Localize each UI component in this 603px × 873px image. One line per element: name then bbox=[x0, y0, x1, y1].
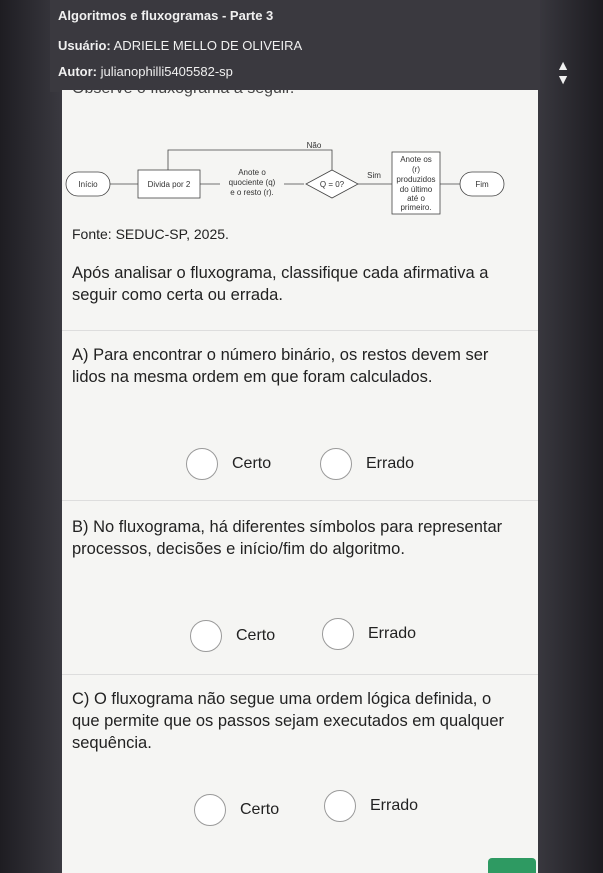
yes-label: Sim bbox=[367, 171, 381, 180]
expand-toggle-icon[interactable]: ▲ ▼ bbox=[550, 58, 576, 86]
content-card: Observe o fluxograma a seguir. Início Di… bbox=[62, 90, 538, 873]
divide-label: Divida por 2 bbox=[148, 180, 191, 189]
user-info: Usuário: ADRIELE MELLO DE OLIVEIRA bbox=[58, 38, 302, 53]
question-c-true-option[interactable]: Certo bbox=[194, 794, 279, 826]
option-label: Errado bbox=[370, 797, 419, 814]
author-name: julianophilli5405582-sp bbox=[100, 64, 233, 79]
divider bbox=[62, 674, 538, 675]
question-b-text: B) No fluxograma, há diferentes símbolos… bbox=[72, 518, 503, 558]
question-a-false-option[interactable]: Errado bbox=[320, 448, 414, 480]
note-line-2: quociente (q) bbox=[229, 178, 276, 187]
radio-circle-icon[interactable] bbox=[186, 448, 218, 480]
radio-circle-icon[interactable] bbox=[320, 448, 352, 480]
option-label: Certo bbox=[236, 627, 276, 644]
partial-instruction: Observe o fluxograma a seguir. bbox=[72, 90, 294, 98]
radio-circle-icon[interactable] bbox=[322, 618, 354, 650]
divider bbox=[62, 330, 538, 331]
option-label: Certo bbox=[240, 801, 280, 818]
question-b-false-option[interactable]: Errado bbox=[322, 618, 416, 650]
radio-circle-icon[interactable] bbox=[324, 790, 356, 822]
write-line-4: do último bbox=[400, 185, 433, 194]
author-label: Autor: bbox=[58, 64, 97, 79]
background-edge-right bbox=[533, 0, 603, 873]
write-line-5: até o bbox=[407, 194, 425, 203]
write-line-6: primeiro. bbox=[400, 203, 431, 212]
option-label: Certo bbox=[232, 455, 272, 472]
no-label: Não bbox=[307, 141, 322, 150]
user-name: ADRIELE MELLO DE OLIVEIRA bbox=[113, 38, 303, 53]
user-label: Usuário: bbox=[58, 38, 111, 53]
question-a-true-option[interactable]: Certo bbox=[186, 448, 271, 480]
divider bbox=[62, 500, 538, 501]
option-label: Errado bbox=[366, 455, 415, 472]
radio-circle-icon[interactable] bbox=[194, 794, 226, 826]
header: Algoritmos e fluxogramas - Parte 3 Usuár… bbox=[50, 0, 570, 92]
write-line-2: (r) bbox=[412, 165, 420, 174]
write-line-1: Anote os bbox=[400, 155, 432, 164]
next-button[interactable] bbox=[488, 858, 536, 873]
note-line-1: Anote o bbox=[238, 168, 266, 177]
write-line-3: produzidos bbox=[396, 175, 435, 184]
flowchart: Início Divida por 2 Anote o quociente (q… bbox=[65, 141, 505, 215]
end-label: Fim bbox=[475, 180, 489, 189]
instructions: Após analisar o fluxograma, classifique … bbox=[72, 264, 489, 304]
option-label: Errado bbox=[368, 625, 417, 642]
question-c-text: C) O fluxograma não segue uma ordem lógi… bbox=[72, 690, 505, 752]
page-title: Algoritmos e fluxogramas - Parte 3 bbox=[58, 8, 274, 23]
question-b-true-option[interactable]: Certo bbox=[190, 620, 275, 652]
question-c-false-option[interactable]: Errado bbox=[324, 790, 418, 822]
decision-label: Q = 0? bbox=[320, 180, 345, 189]
start-label: Início bbox=[78, 180, 98, 189]
radio-circle-icon[interactable] bbox=[190, 620, 222, 652]
question-a-text: A) Para encontrar o número binário, os r… bbox=[72, 346, 489, 386]
note-line-3: e o resto (r). bbox=[230, 188, 274, 197]
author-info: Autor: julianophilli5405582-sp bbox=[58, 64, 233, 79]
source-caption: Fonte: SEDUC-SP, 2025. bbox=[72, 226, 229, 242]
background-edge-left bbox=[0, 0, 62, 873]
